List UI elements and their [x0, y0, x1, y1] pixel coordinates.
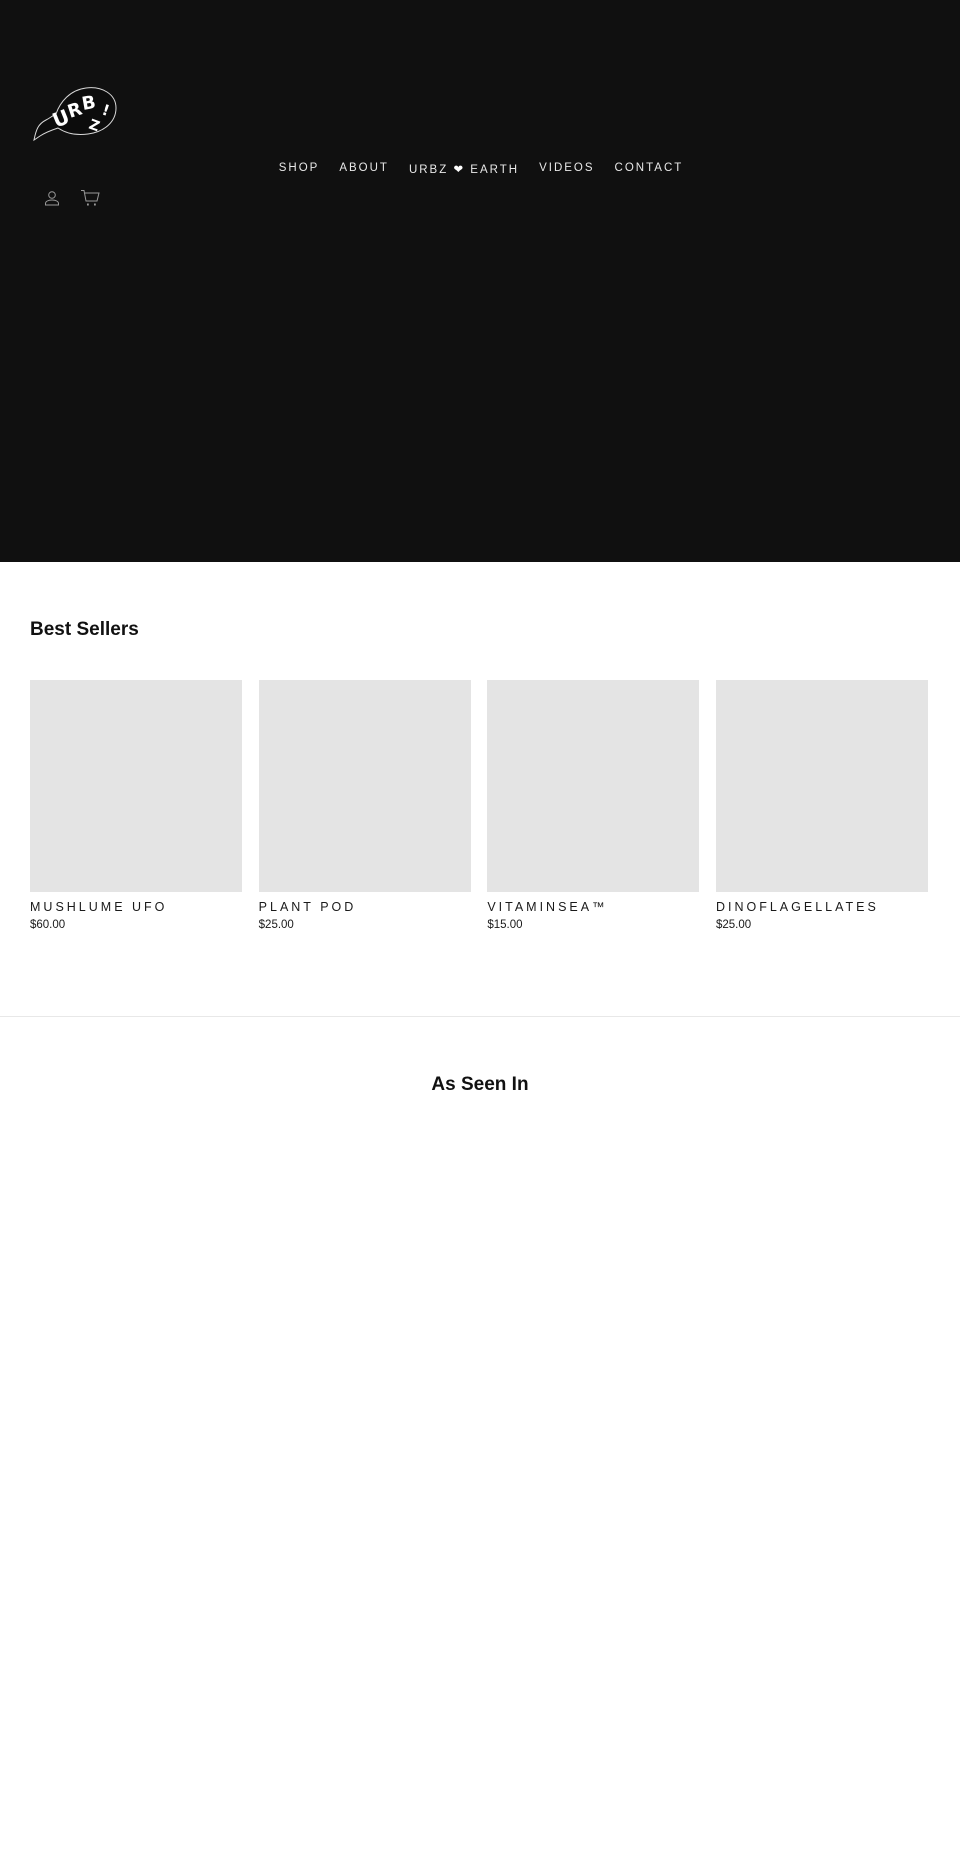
product-price: $15.00 [487, 919, 523, 931]
product-price: $25.00 [715, 919, 752, 931]
product-image[interactable] [30, 680, 242, 892]
header-icons [40, 188, 102, 208]
product-title[interactable]: VITAMINSEA™ [487, 899, 699, 915]
account-button[interactable] [40, 188, 64, 208]
nav-videos[interactable]: VIDEOS [539, 162, 594, 176]
product-image[interactable] [258, 680, 471, 892]
nav-contact[interactable]: CONTACT [615, 162, 684, 176]
page: U R B Z ! SHOP ABOUT URBZ ❤ EARTH VIDEOS… [0, 0, 960, 1875]
product-title[interactable]: MUSHLUME UFO [30, 899, 242, 915]
product-price: $60.00 [30, 919, 66, 931]
cart-button[interactable] [78, 188, 102, 208]
logo-link[interactable]: U R B Z ! [30, 84, 118, 142]
product-image[interactable] [715, 680, 928, 892]
user-icon [45, 191, 59, 206]
nav-urbz-loves-earth[interactable]: URBZ ❤ EARTH [409, 162, 519, 176]
product-price: $25.00 [258, 919, 294, 931]
product-title[interactable]: PLANT POD [259, 899, 471, 915]
urbz-logo-icon: U R B Z ! [33, 87, 117, 142]
product-card[interactable]: VITAMINSEA™ $15.00 [487, 680, 700, 933]
product-card[interactable]: MUSHLUME UFO $60.00 [30, 680, 242, 933]
nav-about[interactable]: ABOUT [339, 162, 389, 176]
product-title[interactable]: DINOFLAGELLATES [716, 899, 928, 915]
product-grid: MUSHLUME UFO $60.00 PLANT POD $25.00 VIT… [30, 680, 928, 933]
cart-icon [81, 190, 100, 206]
nav-urbz-label: URBZ [408, 164, 449, 176]
product-image[interactable] [487, 680, 700, 892]
section-divider [0, 1016, 960, 1017]
product-card[interactable]: PLANT POD $25.00 [258, 680, 471, 933]
best-sellers-title: Best Sellers [30, 619, 139, 640]
nav-earth-label: EARTH [470, 164, 520, 176]
product-card[interactable]: DINOFLAGELLATES $25.00 [715, 680, 928, 933]
main-nav: SHOP ABOUT URBZ ❤ EARTH VIDEOS CONTACT [0, 162, 960, 176]
as-seen-in-title: As Seen In [431, 1074, 529, 1095]
heart-icon: ❤ [453, 164, 466, 176]
site-header: U R B Z ! SHOP ABOUT URBZ ❤ EARTH VIDEOS… [0, 0, 960, 562]
nav-shop[interactable]: SHOP [279, 162, 320, 176]
